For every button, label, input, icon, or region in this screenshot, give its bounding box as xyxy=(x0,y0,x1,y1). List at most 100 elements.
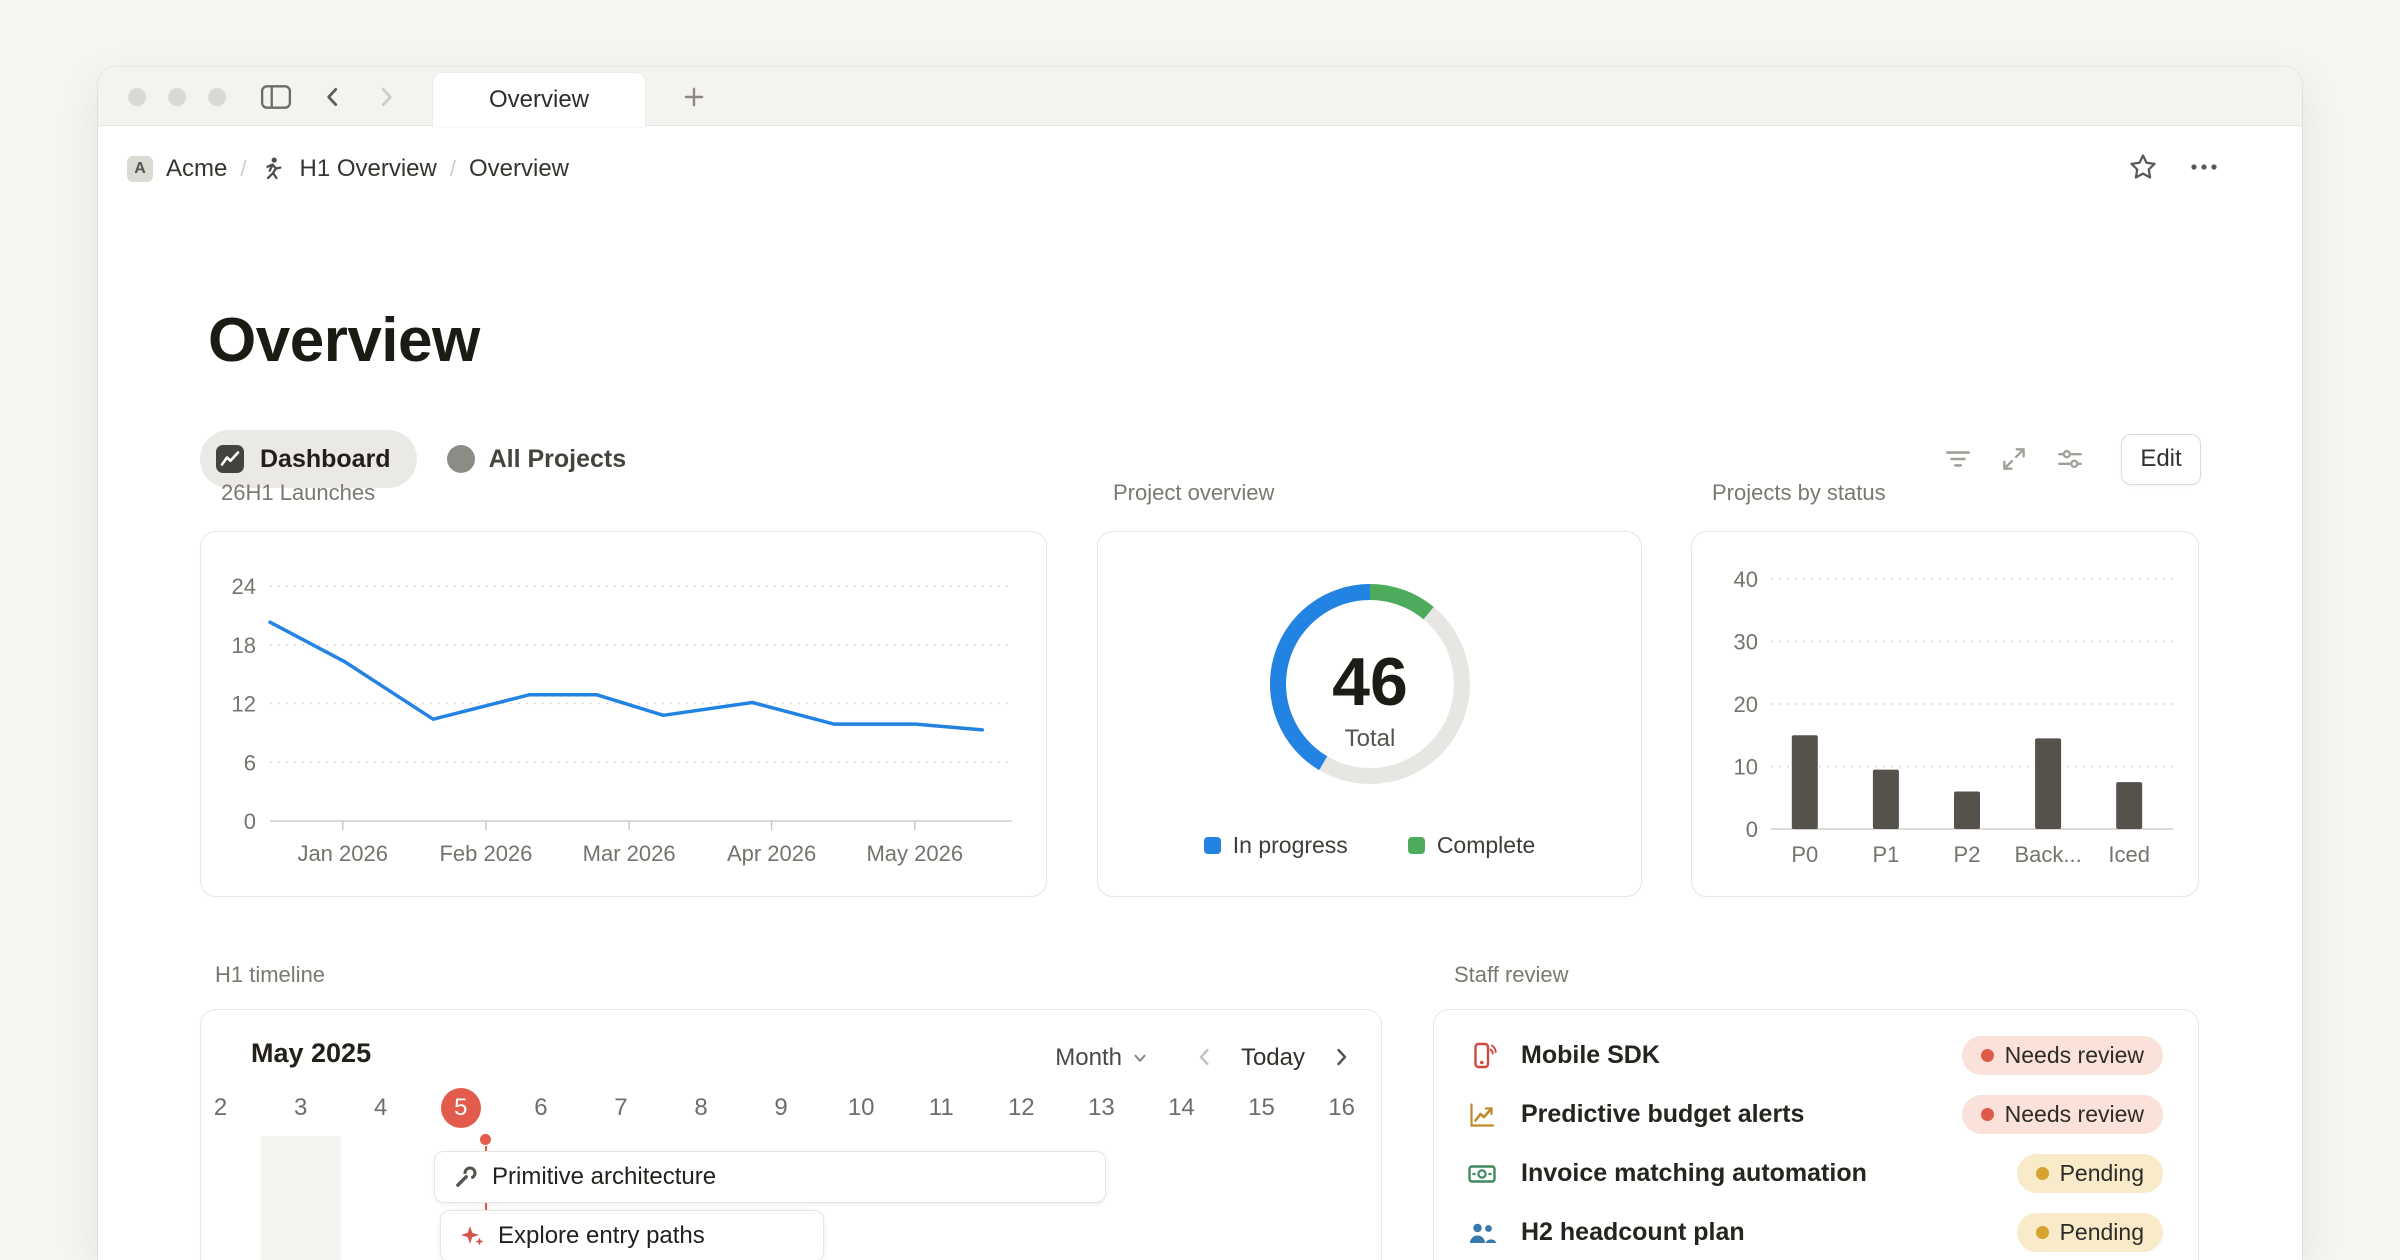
svg-text:May 2026: May 2026 xyxy=(866,841,963,866)
calendar-day-15: 15 xyxy=(1222,1088,1302,1128)
svg-text:20: 20 xyxy=(1734,692,1758,717)
calendar-day-8: 8 xyxy=(661,1088,741,1128)
timeline-controls: Month Today xyxy=(1055,1038,1353,1078)
breadcrumb-item-workspace[interactable]: Acme xyxy=(166,155,227,183)
calendar-day-3: 3 xyxy=(261,1088,341,1128)
staff-page-link[interactable]: Mobile SDK xyxy=(1521,1041,1962,1070)
budget-chart-icon xyxy=(1467,1100,1497,1130)
svg-text:Back...: Back... xyxy=(2014,842,2081,867)
calendar-day-5: 5 xyxy=(421,1088,501,1128)
status-badge[interactable]: Pending xyxy=(2017,1154,2163,1193)
staff-review-row: H2 headcount plan Pending xyxy=(1434,1203,2198,1260)
staff-page-link[interactable]: Predictive budget alerts xyxy=(1521,1100,1962,1129)
staff-page-link[interactable]: Invoice matching automation xyxy=(1521,1159,2017,1188)
view-settings-button[interactable] xyxy=(2055,444,2085,474)
traffic-light-zoom[interactable] xyxy=(208,88,226,106)
timeline-month-title: May 2025 xyxy=(251,1038,371,1069)
timeline-item[interactable]: Explore entry paths xyxy=(440,1210,824,1260)
staff-review-row: Invoice matching automationPending xyxy=(1434,1144,2198,1203)
staff-review-list: Mobile SDK Needs review Predictive budget … xyxy=(1434,1010,2198,1260)
today-badge: 5 xyxy=(441,1088,481,1128)
tab-all-projects[interactable]: All Projects xyxy=(447,445,627,474)
section-label-timeline: H1 timeline xyxy=(215,962,325,988)
svg-text:46: 46 xyxy=(1332,644,1408,720)
invoice-icon xyxy=(1467,1159,1497,1189)
traffic-light-close[interactable] xyxy=(128,88,146,106)
svg-text:10: 10 xyxy=(1734,755,1758,780)
svg-text:P0: P0 xyxy=(1791,842,1818,867)
workspace-avatar[interactable]: A xyxy=(127,156,153,182)
breadcrumb-item-current[interactable]: Overview xyxy=(469,155,569,183)
staff-review-card: Mobile SDK Needs review Predictive budget … xyxy=(1433,1009,2199,1260)
favorite-star-button[interactable] xyxy=(2128,152,2158,182)
timeline-item[interactable]: Primitive architecture xyxy=(434,1151,1106,1203)
breadcrumb-item-parent[interactable]: H1 Overview xyxy=(299,155,436,183)
status-badge[interactable]: Needs review xyxy=(1962,1036,2163,1075)
window-tab-overview[interactable]: Overview xyxy=(433,73,645,127)
filter-button[interactable] xyxy=(1943,444,1973,474)
breadcrumb-separator: / xyxy=(450,156,456,182)
view-toolbar: Edit xyxy=(1943,430,2201,488)
expand-button[interactable] xyxy=(1999,444,2029,474)
traffic-light-minimize[interactable] xyxy=(168,88,186,106)
more-options-button[interactable] xyxy=(2188,151,2220,183)
calendar-day-6: 6 xyxy=(501,1088,581,1128)
status-badge[interactable]: Needs review xyxy=(1962,1095,2163,1134)
breadcrumb-separator: / xyxy=(240,156,246,182)
calendar-day-4: 4 xyxy=(341,1088,421,1128)
wrench-icon xyxy=(453,1164,479,1190)
chevron-right-icon xyxy=(1329,1045,1353,1069)
staff-page-link[interactable]: H2 headcount plan xyxy=(1521,1218,2017,1247)
dashboard-chart-icon xyxy=(215,444,245,474)
svg-text:P1: P1 xyxy=(1872,842,1899,867)
timeline-next-button[interactable] xyxy=(1329,1045,1353,1072)
launches-chart-card: 06121824Jan 2026Feb 2026Mar 2026Apr 2026… xyxy=(200,531,1047,897)
tab-dashboard-label: Dashboard xyxy=(260,445,391,474)
new-tab-button[interactable] xyxy=(676,79,712,115)
window-tab-bar: Overview xyxy=(98,67,2302,126)
section-label-launches: 26H1 Launches xyxy=(221,480,375,506)
timeline-item-label: Explore entry paths xyxy=(498,1222,705,1250)
legend-item: Complete xyxy=(1408,832,1535,859)
forward-button[interactable] xyxy=(368,79,404,115)
section-label-staff-review: Staff review xyxy=(1454,962,1569,988)
status-label: Needs review xyxy=(2005,1042,2144,1069)
legend-label: In progress xyxy=(1233,832,1348,859)
status-dot xyxy=(2036,1226,2049,1239)
status-label: Pending xyxy=(2060,1219,2144,1246)
svg-text:Apr 2026: Apr 2026 xyxy=(727,841,816,866)
projects-by-status-card: 010203040P0P1P2Back...Iced xyxy=(1691,531,2199,897)
svg-text:6: 6 xyxy=(244,750,256,775)
timeline-card: May 2025 Month Today 2345678910111213141… xyxy=(200,1009,1382,1260)
back-button[interactable] xyxy=(315,79,351,115)
status-badge[interactable]: Pending xyxy=(2017,1213,2163,1252)
chevron-right-icon xyxy=(373,84,399,110)
app-window: Overview A Acme / H1 Overview / Overview… xyxy=(98,67,2302,1260)
calendar-day-12: 12 xyxy=(981,1088,1061,1128)
calendar-day-14: 14 xyxy=(1141,1088,1221,1128)
all-projects-icon xyxy=(447,445,475,473)
section-label-projects-by-status: Projects by status xyxy=(1712,480,1886,506)
timeline-prev-button[interactable] xyxy=(1193,1045,1217,1072)
sparkle-icon xyxy=(459,1223,485,1249)
breadcrumb: A Acme / H1 Overview / Overview xyxy=(127,150,569,187)
svg-text:Jan 2026: Jan 2026 xyxy=(297,841,388,866)
status-dot xyxy=(2036,1167,2049,1180)
donut-legend: In progress Complete xyxy=(1098,832,1641,859)
edit-button[interactable]: Edit xyxy=(2121,434,2201,485)
svg-text:Feb 2026: Feb 2026 xyxy=(439,841,532,866)
svg-text:18: 18 xyxy=(232,633,256,658)
timeline-today-button[interactable]: Today xyxy=(1241,1044,1305,1072)
star-icon xyxy=(2128,152,2158,182)
calendar-day-10: 10 xyxy=(821,1088,901,1128)
svg-text:12: 12 xyxy=(232,692,256,717)
status-label: Needs review xyxy=(2005,1101,2144,1128)
sidebar-toggle-button[interactable] xyxy=(258,79,294,115)
project-overview-card: 46Total In progressComplete xyxy=(1097,531,1642,897)
calendar-day-13: 13 xyxy=(1061,1088,1141,1128)
weekend-shading xyxy=(261,1136,341,1260)
calendar-day-2: 2 xyxy=(200,1088,261,1128)
tab-all-projects-label: All Projects xyxy=(489,445,627,474)
view-mode-dropdown[interactable]: Month xyxy=(1055,1044,1149,1072)
sidebar-icon xyxy=(260,83,292,111)
